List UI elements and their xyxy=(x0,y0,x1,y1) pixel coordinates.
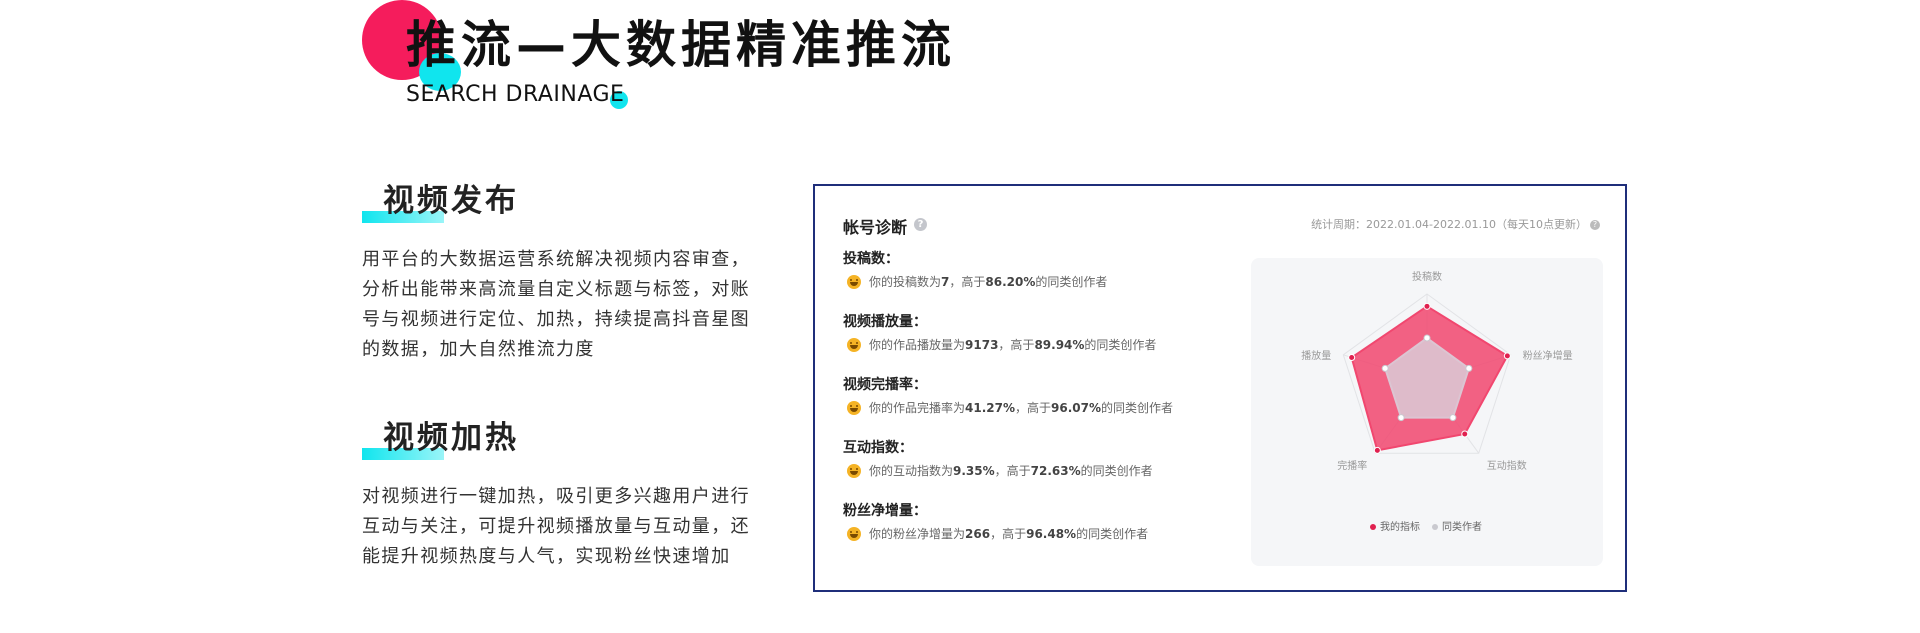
radar-point-mine xyxy=(1348,354,1356,362)
radar-point-peer xyxy=(1397,414,1405,422)
smile-emoji-icon xyxy=(847,463,861,478)
info-icon[interactable]: ? xyxy=(1590,220,1600,230)
smile-emoji-icon xyxy=(847,400,861,415)
panel-title: 帐号诊断 xyxy=(843,218,908,237)
metric-description: 你的作品完播率为 41.27% ，高于 96.07% 的同类创作者 xyxy=(847,399,1173,416)
legend-marker xyxy=(1432,524,1438,530)
metric-value: 266 xyxy=(965,526,991,541)
radar-point-mine xyxy=(1373,446,1381,454)
metric-mid: ，高于 xyxy=(1015,401,1052,415)
radar-axis-label: 完播率 xyxy=(1337,459,1367,472)
section-title-heat: 视频加热 xyxy=(383,420,519,456)
metric-value: 41.27% xyxy=(965,400,1015,415)
metric-mid: ，高于 xyxy=(994,464,1031,478)
smile-emoji-icon xyxy=(847,274,861,289)
metric-description: 你的作品播放量为 9173 ，高于 89.94% 的同类创作者 xyxy=(847,336,1156,353)
metric-prefix: 你的作品播放量为 xyxy=(869,338,966,352)
page-title: 推流—大数据精准推流 xyxy=(406,16,956,74)
metric-suffix: 的同类创作者 xyxy=(1080,464,1153,478)
metric-prefix: 你的互动指数为 xyxy=(869,464,954,478)
radar-point-peer xyxy=(1465,364,1473,372)
page-subtitle: SEARCH DRAINAGE xyxy=(406,82,625,107)
metric-label: 视频完播率： xyxy=(843,377,927,393)
radar-axis-label: 粉丝净增量 xyxy=(1523,349,1573,362)
radar-chart-card: 投稿数粉丝净增量互动指数 完播率 播放量我的指标 同类作者 xyxy=(1251,258,1603,566)
metric-label: 投稿数： xyxy=(843,251,899,267)
radar-point-peer xyxy=(1423,334,1431,342)
metric-mid: ，高于 xyxy=(998,338,1035,352)
radar-chart: 投稿数粉丝净增量互动指数 完播率 播放量我的指标 同类作者 xyxy=(1301,270,1573,533)
metric-suffix: 的同类创作者 xyxy=(1084,338,1157,352)
legend-label[interactable]: 同类作者 xyxy=(1442,520,1482,533)
legend-marker xyxy=(1370,524,1376,530)
radar-point-peer xyxy=(1381,364,1389,372)
metric-label: 粉丝净增量： xyxy=(843,503,927,519)
radar-point-peer xyxy=(1449,414,1457,422)
metric-percent: 96.07% xyxy=(1051,400,1101,415)
metric-mid: ，高于 xyxy=(949,275,986,289)
metric-suffix: 的同类创作者 xyxy=(1101,401,1174,415)
metric-value: 7 xyxy=(941,274,950,289)
metric-label: 互动指数： xyxy=(843,440,913,456)
stat-period: 统计周期：2022.01.04-2022.01.10（每天10点更新）? xyxy=(1311,216,1600,232)
metric-percent: 86.20% xyxy=(985,274,1036,289)
radar-axis-label: 互动指数 xyxy=(1487,459,1527,472)
radar-axis-label: 播放量 xyxy=(1301,349,1331,362)
radar-axis-label: 投稿数 xyxy=(1412,270,1442,283)
metric-suffix: 的同类创作者 xyxy=(1035,275,1108,289)
help-circle-icon[interactable]: ? xyxy=(914,218,927,231)
metric-mid: ，高于 xyxy=(990,527,1027,541)
metric-percent: 89.94% xyxy=(1034,337,1085,352)
smile-emoji-icon xyxy=(847,337,861,352)
stat-period-text: 统计周期：2022.01.04-2022.01.10（每天10点更新） xyxy=(1311,218,1587,231)
metric-value: 9.35% xyxy=(953,463,995,478)
metric-value: 9173 xyxy=(965,337,999,352)
section-body-heat: 对视频进行一键加热，吸引更多兴趣用户进行互动与关注，可提升视频播放量与互动量，还… xyxy=(362,486,750,567)
radar-point-mine xyxy=(1423,302,1431,310)
metric-percent: 72.63% xyxy=(1030,463,1081,478)
metric-description: 你的粉丝净增量为 266 ，高于 96.48% 的同类创作者 xyxy=(847,525,1148,542)
metric-description: 你的互动指数为 9.35% ，高于 72.63% 的同类创作者 xyxy=(847,462,1153,479)
metric-label: 视频播放量： xyxy=(843,314,927,330)
radar-point-mine xyxy=(1461,430,1469,438)
metric-percent: 96.48% xyxy=(1026,526,1077,541)
radar-point-mine xyxy=(1503,352,1511,360)
metric-description: 你的投稿数为 7 ，高于 86.20% 的同类创作者 xyxy=(847,273,1107,290)
metric-prefix: 你的作品完播率为 xyxy=(869,401,966,415)
account-diagnosis-panel: 帐号诊断 ? 统计周期：2022.01.04-2022.01.10（每天10点更… xyxy=(813,184,1627,592)
section-title-publish: 视频发布 xyxy=(383,183,519,219)
section-body-publish: 用平台的大数据运营系统解决视频内容审查，分析出能带来高流量自定义标题与标签，对账… xyxy=(362,249,750,360)
legend-label[interactable]: 我的指标 xyxy=(1380,520,1420,533)
metric-prefix: 你的投稿数为 xyxy=(869,275,942,289)
metric-suffix: 的同类创作者 xyxy=(1076,527,1149,541)
metric-prefix: 你的粉丝净增量为 xyxy=(869,527,966,541)
smile-emoji-icon xyxy=(847,526,861,541)
